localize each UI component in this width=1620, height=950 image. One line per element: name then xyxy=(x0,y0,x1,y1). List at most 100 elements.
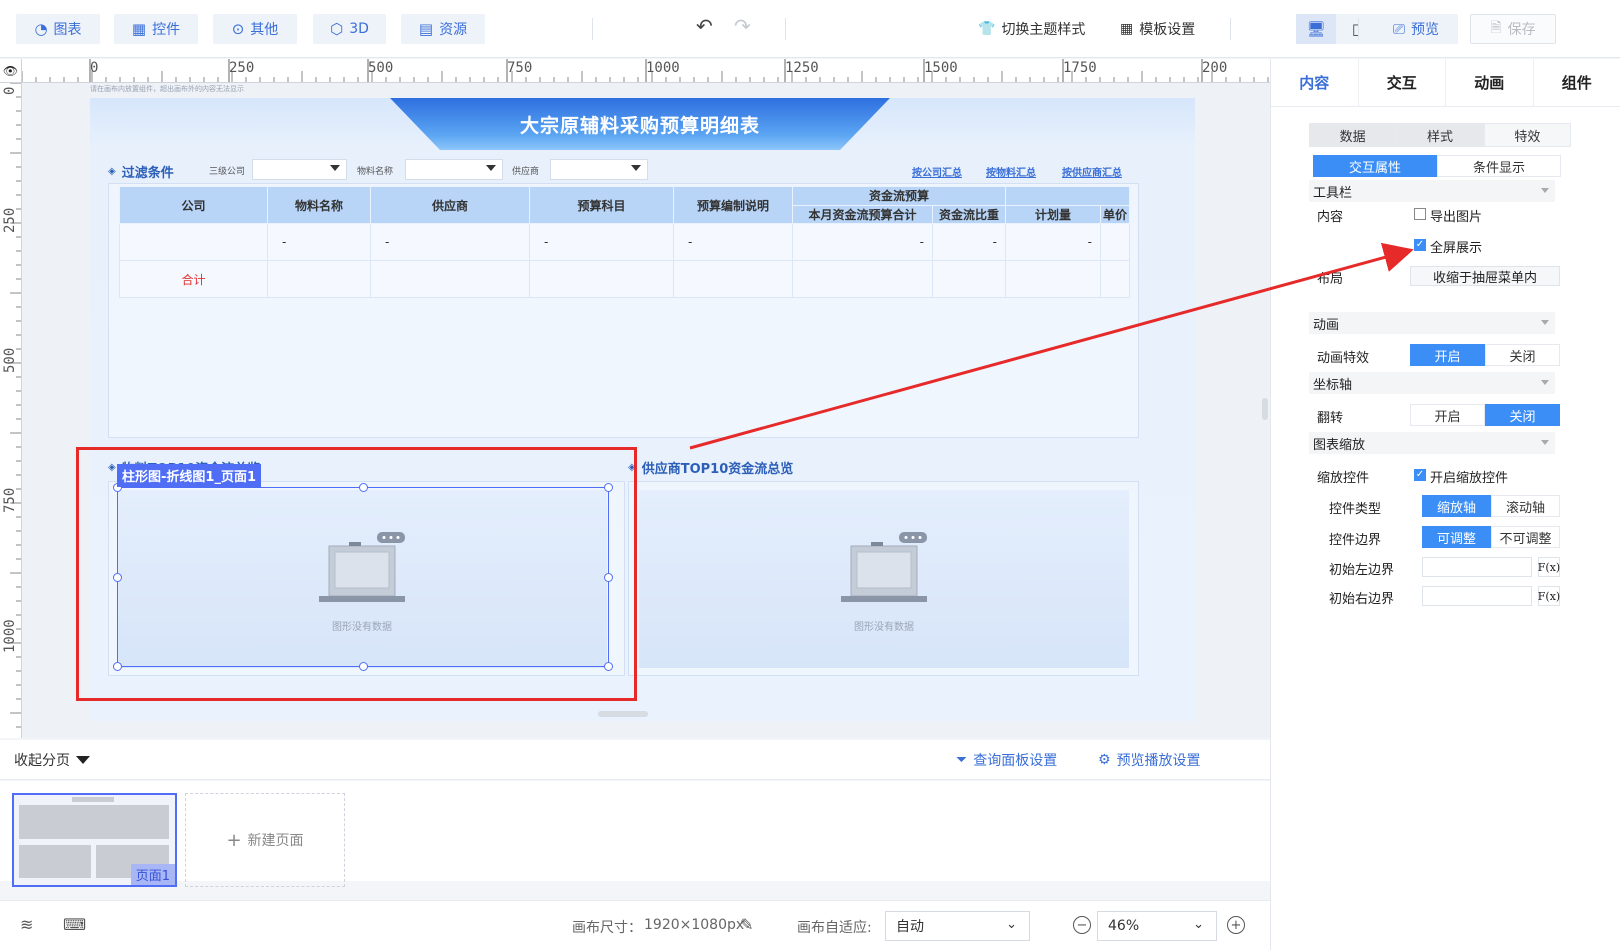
canvas-adapt-value: 自动 xyxy=(896,919,924,935)
material-select[interactable] xyxy=(405,159,503,180)
summary-by-company-link[interactable]: 按公司汇总 xyxy=(912,164,962,179)
visibility-eye-icon[interactable]: 👁 xyxy=(0,59,22,83)
canvas-adapt-select[interactable]: 自动 ⌄ xyxy=(885,911,1030,941)
subtab-style[interactable]: 样式 xyxy=(1396,123,1484,147)
summary-by-material-link[interactable]: 按物料汇总 xyxy=(986,164,1036,179)
group-header: 资金流预算 xyxy=(791,186,1007,206)
flip-off-option[interactable]: 关闭 xyxy=(1485,404,1560,426)
vertical-scrollbar[interactable] xyxy=(1262,398,1268,420)
tab-component[interactable]: 组件 xyxy=(1534,59,1620,106)
mobile-icon[interactable]: ▯ xyxy=(1336,14,1376,44)
query-panel-settings-button[interactable]: ⏷ 查询面板设置 xyxy=(956,750,1057,770)
collapse-pages-button[interactable]: 收起分页 xyxy=(14,750,90,770)
table-cell xyxy=(529,260,674,298)
other-button[interactable]: ⊙ 其他 xyxy=(213,14,297,44)
subtab-effects[interactable]: 特效 xyxy=(1483,123,1571,147)
widget-button-label: 控件 xyxy=(152,22,181,38)
right-chart-card[interactable]: 图形没有数据 xyxy=(628,481,1139,676)
adjustable-option[interactable]: 可调整 xyxy=(1422,526,1491,548)
widget-button[interactable]: ▦ 控件 xyxy=(114,14,198,44)
detail-table-card[interactable]: 公司 物料名称 供应商 预算科目 预算编制说明 资金流预算 本月资金流预算合计 … xyxy=(108,183,1139,438)
collapse-drawer-option[interactable]: 收缩于抽屉菜单内 xyxy=(1410,266,1560,286)
formula-fx-icon[interactable]: F(x) xyxy=(1538,557,1560,577)
flip-label: 翻转 xyxy=(1317,411,1344,426)
anim-off-option[interactable]: 关闭 xyxy=(1485,344,1560,366)
undo-icon[interactable]: ↶ xyxy=(696,14,713,38)
supplier-select[interactable] xyxy=(550,159,648,180)
anim-on-option[interactable]: 开启 xyxy=(1410,344,1485,366)
save-button[interactable]: 🗎 保存 xyxy=(1470,14,1556,44)
switch-theme-label: 切换主题样式 xyxy=(1001,22,1086,38)
col-header: 预算科目 xyxy=(529,186,674,224)
ruler-label: 250 xyxy=(2,207,18,233)
fullscreen-checkbox[interactable]: ✓ xyxy=(1414,239,1426,251)
collapse-arrow-icon xyxy=(1541,380,1549,385)
zoom-select[interactable]: 46% ⌄ xyxy=(1097,911,1217,941)
toolbar-section[interactable]: 工具栏 xyxy=(1309,180,1555,202)
subtab-data[interactable]: 数据 xyxy=(1309,123,1397,147)
table-cell xyxy=(119,223,268,261)
sub-tabs: 数据 样式 特效 xyxy=(1309,123,1571,147)
zoom-in-icon[interactable]: + xyxy=(1227,916,1245,934)
keyboard-icon[interactable]: ⌨ xyxy=(63,915,86,934)
company-select[interactable] xyxy=(252,159,347,180)
control-type-toggle: 缩放轴 滚动轴 xyxy=(1422,495,1560,517)
edit-pencil-icon[interactable]: ✎ xyxy=(740,915,753,934)
filter-field-label: 供应商 xyxy=(512,167,540,177)
table-row: - - - - - - - xyxy=(119,223,1131,261)
chart-zoom-section[interactable]: 图表缩放 xyxy=(1309,432,1555,454)
zoom-axis-option[interactable]: 缩放轴 xyxy=(1422,495,1491,517)
new-page-button[interactable]: + 新建页面 xyxy=(185,793,345,887)
condition-display-tab[interactable]: 条件显示 xyxy=(1437,155,1561,177)
archive-icon: ▤ xyxy=(418,20,434,38)
table-cell xyxy=(673,260,793,298)
animation-section[interactable]: 动画 xyxy=(1309,312,1555,334)
resource-button[interactable]: ▤ 资源 xyxy=(401,14,485,44)
scroll-axis-option[interactable]: 滚动轴 xyxy=(1491,495,1560,517)
tab-animation[interactable]: 动画 xyxy=(1446,59,1534,106)
preview-play-settings-button[interactable]: ⚙ 预览播放设置 xyxy=(1098,750,1201,770)
template-settings-label: 模板设置 xyxy=(1139,22,1196,38)
gear-icon: ⚙ xyxy=(1098,752,1111,768)
3d-button[interactable]: ⬡ 3D xyxy=(313,14,386,44)
thumb-block xyxy=(19,845,91,878)
filter-field-label: 物料名称 xyxy=(357,167,394,177)
query-panel-label: 查询面板设置 xyxy=(973,753,1058,769)
ruler-label: 1000 xyxy=(646,60,680,76)
page-thumbnail[interactable]: 页面1 xyxy=(12,793,177,887)
new-page-label: 新建页面 xyxy=(247,833,304,849)
preview-button[interactable]: ⎚ 预览 xyxy=(1374,14,1458,44)
axis-section[interactable]: 坐标轴 xyxy=(1309,372,1555,394)
ruler-label: 1000 xyxy=(2,619,18,653)
no-data-illustration-icon xyxy=(841,532,927,602)
dropdown-arrow-icon xyxy=(486,165,496,171)
layers-icon[interactable]: ≋ xyxy=(20,915,33,934)
init-right-input[interactable] xyxy=(1422,586,1532,606)
ruler-label: 500 xyxy=(368,60,394,76)
chart-button[interactable]: ◔ 图表 xyxy=(16,14,100,44)
zoom-out-icon[interactable]: − xyxy=(1073,916,1091,934)
collapse-arrow-icon xyxy=(1541,188,1549,193)
collapse-pages-label: 收起分页 xyxy=(14,753,70,769)
flip-on-option[interactable]: 开启 xyxy=(1410,404,1485,426)
horizontal-scrollbar[interactable] xyxy=(598,711,648,717)
export-image-checkbox[interactable] xyxy=(1414,208,1426,220)
right-chart-title: ◈ 供应商TOP10资金流总览 xyxy=(628,458,793,477)
table-cell: - xyxy=(1005,223,1102,261)
properties-panel: 内容 交互 动画 组件 数据 样式 特效 交互属性 条件显示 工具栏 内容 导出… xyxy=(1270,59,1620,950)
not-adjustable-option[interactable]: 不可调整 xyxy=(1491,526,1560,548)
enable-zoom-checkbox[interactable]: ✓ xyxy=(1414,469,1426,481)
switch-theme-button[interactable]: 👕 切换主题样式 xyxy=(978,14,1085,44)
board-title[interactable]: 大宗原辅料采购预算明细表 xyxy=(390,98,890,150)
formula-fx-icon[interactable]: F(x) xyxy=(1538,586,1560,606)
desktop-icon[interactable]: 🖥 xyxy=(1296,14,1336,44)
tab-interaction[interactable]: 交互 xyxy=(1359,59,1446,106)
ruler-label: 750 xyxy=(2,487,18,513)
tab-content[interactable]: 内容 xyxy=(1271,59,1359,106)
init-left-input[interactable] xyxy=(1422,557,1532,577)
template-settings-button[interactable]: ▦ 模板设置 xyxy=(1120,14,1195,44)
interact-props-tab[interactable]: 交互属性 xyxy=(1313,155,1437,177)
redo-icon[interactable]: ↷ xyxy=(734,14,751,38)
ruler-label: 500 xyxy=(2,347,18,373)
summary-by-supplier-link[interactable]: 按供应商汇总 xyxy=(1062,164,1122,179)
